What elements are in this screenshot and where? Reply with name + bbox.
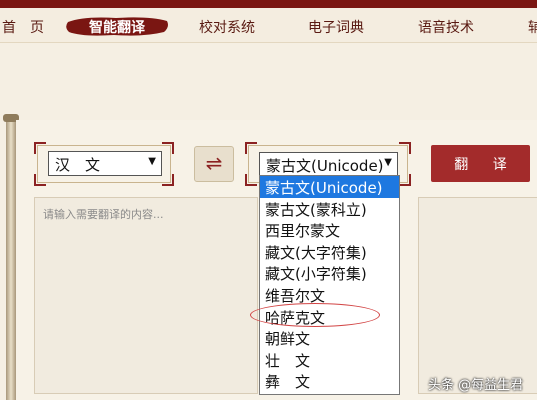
target-language-select[interactable]: 蒙古文(Unicode) ▼ [259, 152, 398, 176]
nav-item-dictionary[interactable]: 电子词典 [308, 17, 364, 37]
watermark: 头条 @每益生君 [428, 378, 524, 393]
dropdown-option[interactable]: 藏文(大字符集) [260, 241, 399, 263]
dropdown-option[interactable]: 藏文(小字符集) [260, 262, 399, 284]
top-bar [0, 0, 537, 8]
translate-button[interactable]: 翻 译 [431, 145, 530, 182]
swap-icon: ⇌ [205, 151, 223, 175]
target-language-dropdown[interactable]: 蒙古文(Unicode) 蒙古文(蒙科立) 西里尔蒙文 藏文(大字符集) 藏文(… [259, 175, 400, 395]
translate-label: 翻 译 [454, 157, 517, 173]
nav-item-proofread[interactable]: 校对系统 [199, 17, 255, 37]
highlight-circle-annotation [250, 303, 380, 327]
nav-item-speech[interactable]: 语音技术 [418, 17, 474, 37]
dropdown-option[interactable]: 蒙古文(Unicode) [260, 176, 399, 198]
scroll-rod-decoration [6, 118, 16, 400]
translation-output [418, 197, 537, 394]
dropdown-option[interactable]: 蒙古文(蒙科立) [260, 198, 399, 220]
dropdown-option[interactable]: 彝 文 [260, 370, 399, 392]
nav-item-label: 智能翻译 [89, 20, 145, 36]
input-placeholder: 请输入需要翻译的内容... [43, 208, 164, 221]
source-language-select[interactable]: 汉 文 ▼ [48, 151, 162, 176]
dropdown-arrow-icon: ▼ [148, 156, 156, 167]
source-text-input[interactable]: 请输入需要翻译的内容... [34, 197, 258, 394]
nav-item-home[interactable]: 首 页 [2, 17, 44, 37]
source-language-value: 汉 文 [55, 156, 101, 174]
dropdown-option[interactable]: 朝鲜文 [260, 327, 399, 349]
nav-item-more[interactable]: 辅 [528, 17, 537, 37]
main-nav: 首 页 智能翻译 校对系统 电子词典 语音技术 辅 [0, 8, 537, 43]
swap-languages-button[interactable]: ⇌ [194, 146, 234, 182]
target-language-value: 蒙古文(Unicode) [266, 157, 384, 175]
dropdown-arrow-icon: ▼ [384, 157, 392, 168]
nav-item-smart-translate[interactable]: 智能翻译 [64, 14, 170, 38]
dropdown-option[interactable]: 西里尔蒙文 [260, 219, 399, 241]
dropdown-option[interactable]: 壮 文 [260, 349, 399, 371]
